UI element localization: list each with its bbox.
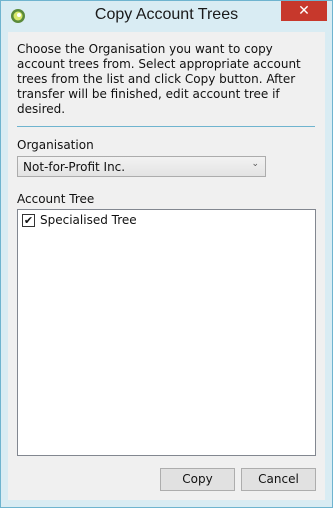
account-tree-list[interactable]: ✔ Specialised Tree [17,209,316,456]
account-tree-label: Account Tree [17,192,95,206]
organisation-label: Organisation [17,138,94,152]
button-bar: Copy Cancel [8,460,325,500]
instructions-text: Choose the Organisation you want to copy… [17,42,301,116]
dialog-body: Choose the Organisation you want to copy… [8,32,325,500]
chevron-down-icon: ⌄ [251,159,259,169]
close-button[interactable]: ✕ [281,1,327,21]
title-bar[interactable]: Copy Account Trees ✕ [1,1,332,32]
cancel-button[interactable]: Cancel [241,468,316,491]
copy-button[interactable]: Copy [160,468,235,491]
organisation-selected-value: Not-for-Profit Inc. [23,160,126,174]
checkbox-specialised-tree[interactable]: ✔ [22,214,35,227]
list-item-label: Specialised Tree [40,213,137,227]
copy-account-trees-window: Copy Account Trees ✕ Choose the Organisa… [0,0,333,508]
organisation-dropdown[interactable]: Not-for-Profit Inc. ⌄ [17,156,266,177]
divider [17,126,315,127]
